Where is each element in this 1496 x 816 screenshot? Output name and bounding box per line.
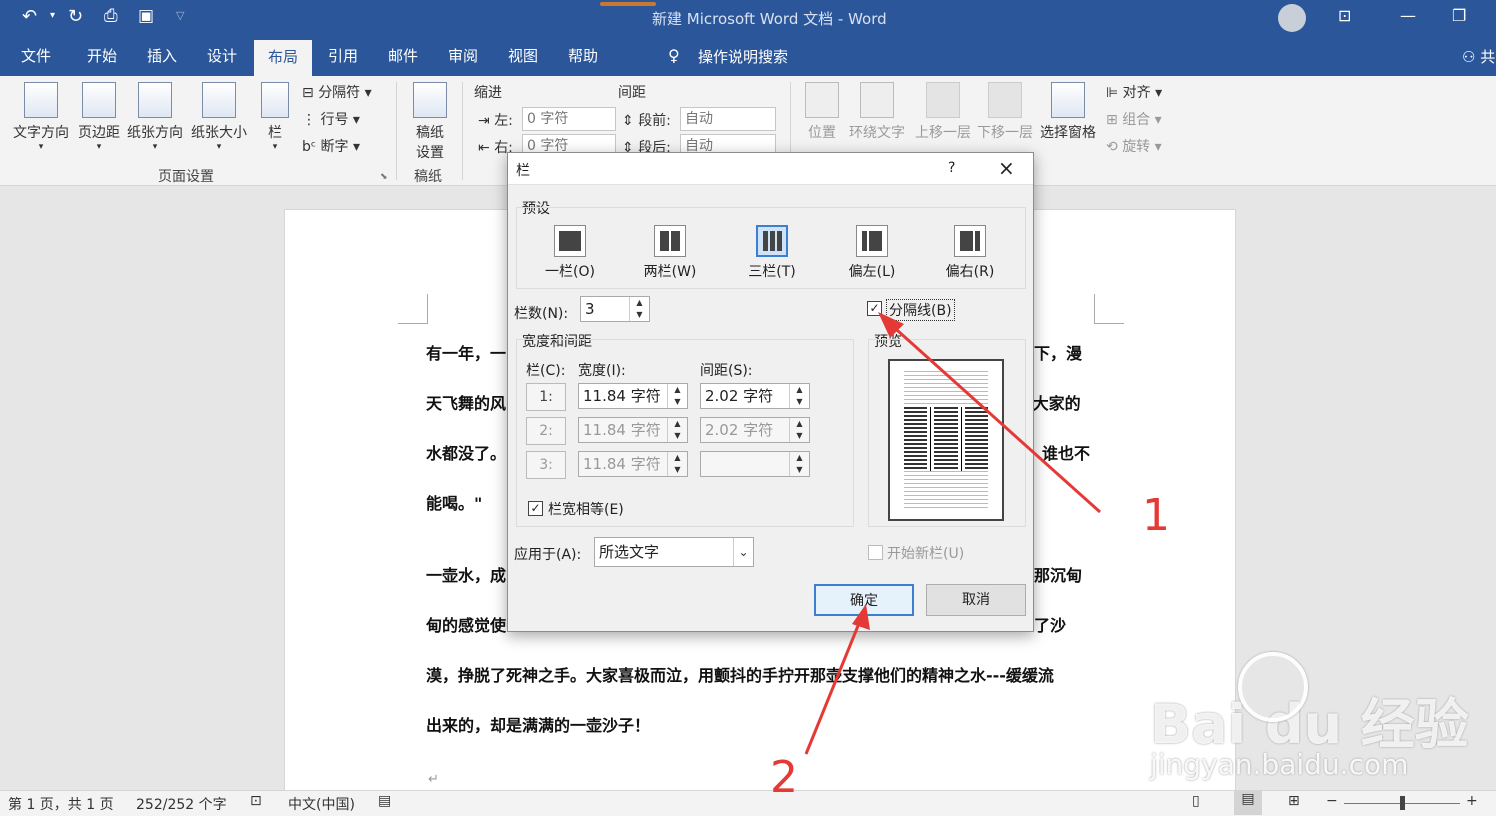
annotation-number-2: 2 bbox=[770, 752, 798, 803]
arrow-head-2 bbox=[852, 604, 870, 630]
annotation-arrows bbox=[804, 312, 1102, 755]
arrow-line-1 bbox=[886, 320, 1102, 514]
arrow-line-2 bbox=[804, 615, 864, 755]
annotation-number-1: 1 bbox=[1142, 490, 1170, 541]
